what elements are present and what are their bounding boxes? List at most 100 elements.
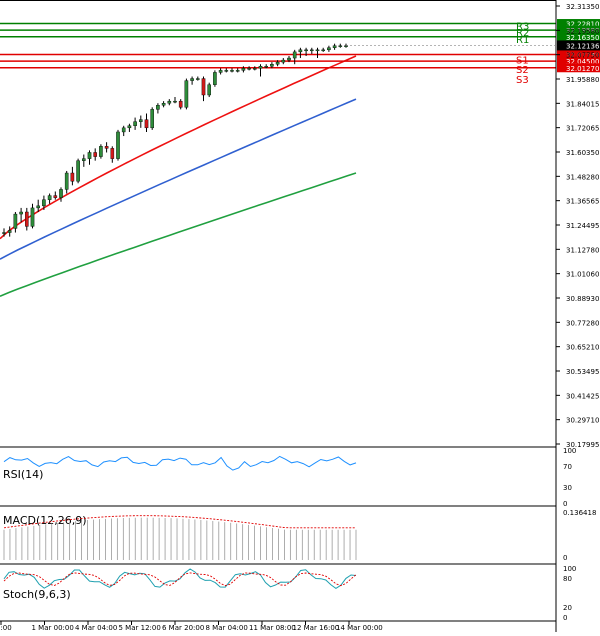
price-tick-label: 31.12780 <box>566 246 599 254</box>
candle-body <box>53 195 58 198</box>
candle-body <box>327 47 331 51</box>
rsi-tick-label: 70 <box>563 463 572 471</box>
candle <box>70 166 75 186</box>
rsi-tick-label: 30 <box>563 484 572 492</box>
candle <box>156 103 160 114</box>
rsi-line <box>3 455 357 471</box>
candle-body <box>310 49 314 52</box>
candle-body <box>144 119 149 129</box>
candle <box>59 187 63 202</box>
candle <box>116 129 120 161</box>
candle-body <box>287 57 291 61</box>
candle-body <box>230 70 234 72</box>
candle-body <box>13 213 18 229</box>
candle-body <box>247 68 251 70</box>
candle-body <box>178 100 183 108</box>
price-tick-label: 31.72065 <box>566 125 599 133</box>
rsi-tick-label: 100 <box>563 447 576 455</box>
candle <box>298 47 303 59</box>
candle <box>76 158 80 184</box>
candle <box>321 47 326 52</box>
candle <box>13 212 18 233</box>
candle-body <box>76 160 80 182</box>
candle-body <box>156 105 160 110</box>
candle <box>144 113 149 132</box>
price-tick-label: 31.24495 <box>566 222 599 230</box>
candle <box>201 76 206 102</box>
candle <box>173 97 177 104</box>
time-tick-label: 6 Mar 20:00 <box>162 624 204 632</box>
candle-body <box>64 172 69 190</box>
candle <box>184 78 189 110</box>
axis-layer: 32.31350 32.19580 32.07750 31.95880 31.84015… <box>0 0 600 632</box>
time-tick-label: 12 Mar 16:00 <box>293 624 340 632</box>
time-tick-label: 14 Mar 00:00 <box>336 624 383 632</box>
candle-body <box>19 211 23 215</box>
candle-body <box>344 45 348 47</box>
candle-body <box>47 195 52 200</box>
candle <box>230 68 234 73</box>
candle <box>133 117 137 130</box>
candle <box>315 47 320 59</box>
candle-body <box>338 45 343 47</box>
candle-body <box>161 103 166 106</box>
candle-body <box>275 61 280 65</box>
candle <box>258 64 263 77</box>
macd-tick-label: 0.136418 <box>563 509 596 517</box>
candle-body <box>298 49 303 53</box>
candle <box>25 207 29 231</box>
candle-body <box>70 172 75 182</box>
candle <box>127 123 132 132</box>
candle-body <box>25 211 29 227</box>
candle-body <box>30 207 35 227</box>
price-tick-label: 32.07750 <box>566 52 599 60</box>
candle-body <box>36 205 40 209</box>
candle-body <box>93 152 97 157</box>
candle-body <box>110 148 115 159</box>
candle-body <box>304 49 308 52</box>
moving-average-line <box>0 172 357 297</box>
candle <box>110 146 115 163</box>
candle <box>252 66 257 71</box>
candle <box>150 107 155 130</box>
candle-body <box>332 45 337 48</box>
candle <box>121 125 126 137</box>
moving-average-line <box>0 98 357 260</box>
candle-body <box>138 119 143 122</box>
candle-body <box>81 158 86 161</box>
candle <box>247 66 251 71</box>
candle-body <box>127 125 132 129</box>
candle-body <box>190 78 194 81</box>
candle <box>218 68 223 75</box>
candle-body <box>281 59 286 63</box>
time-tick-label: 1 Mar 00:00 <box>32 624 74 632</box>
candle <box>235 68 240 73</box>
candle-body <box>207 84 212 96</box>
rsi-title: RSI(14) <box>3 468 43 481</box>
candle <box>19 207 23 223</box>
candle-body <box>195 78 200 80</box>
stoch-tick-label: 80 <box>563 575 572 583</box>
candle-body <box>173 100 177 103</box>
time-tick-label: 5 Mar 12:00 <box>119 624 161 632</box>
candle <box>167 99 172 106</box>
candle <box>327 45 331 52</box>
price-tick-label: 32.31350 <box>566 3 599 11</box>
candle <box>53 191 58 200</box>
candle-body <box>241 68 246 71</box>
time-tick-label: 11 Mar 08:00 <box>249 624 296 632</box>
price-tick-label: 30.88930 <box>566 295 599 303</box>
candle-body <box>264 66 269 68</box>
candle-body <box>270 64 274 67</box>
indicator-layer: RSI(14)10070300MACD(12,26,9)0.1364180Sto… <box>3 447 596 622</box>
macd-title: MACD(12,26,9) <box>3 514 87 527</box>
price-tick-label: 30.65210 <box>566 344 599 352</box>
candle-body <box>292 51 297 59</box>
candle <box>332 43 337 50</box>
candle <box>7 226 12 237</box>
candle-body <box>104 146 109 149</box>
candle-body <box>213 72 217 85</box>
candle-body <box>201 78 206 96</box>
price-tick-label: 30.77280 <box>566 319 599 327</box>
candle-body <box>150 109 155 129</box>
